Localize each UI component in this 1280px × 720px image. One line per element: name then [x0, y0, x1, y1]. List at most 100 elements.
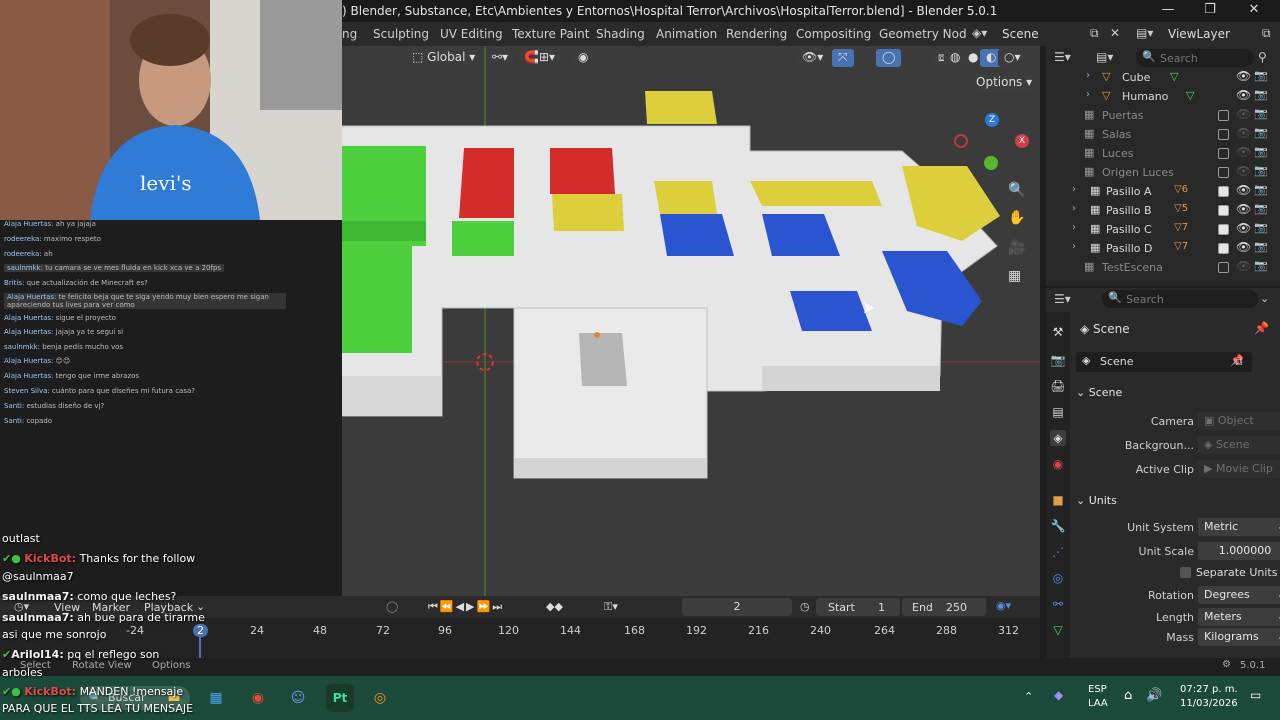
wifi-icon[interactable]: ⌂ — [1124, 688, 1132, 703]
expand-arrow-icon[interactable]: › — [1072, 222, 1076, 233]
outliner-item-pasillo-d[interactable]: › ▦ Pasillo D ▽7 👁 📷 — [1046, 240, 1280, 258]
length-dropdown[interactable]: Meters⌄ — [1198, 608, 1280, 626]
render-camera-icon[interactable]: 📷 — [1254, 107, 1268, 120]
expand-arrow-icon[interactable]: › — [1072, 241, 1076, 252]
render-camera-icon[interactable]: 📷 — [1254, 183, 1268, 196]
minimize-button[interactable]: — — [1158, 2, 1178, 17]
pan-hand-icon[interactable]: ✋ — [1008, 210, 1025, 226]
render-camera-icon[interactable]: 📷 — [1254, 145, 1268, 158]
camera-field[interactable]: ▣ Object — [1198, 412, 1280, 430]
tab-shading[interactable]: Shading — [596, 27, 645, 41]
filter-icon[interactable]: ⚲ — [1258, 50, 1267, 64]
expand-arrow-icon[interactable]: › — [1086, 70, 1090, 81]
object-tab-icon[interactable]: ■ — [1050, 492, 1066, 508]
outliner-item-cube[interactable]: › ▽ Cube ▽ 👁 📷 — [1046, 69, 1280, 87]
maximize-button[interactable]: ❐ — [1200, 2, 1220, 17]
render-shading[interactable]: ○▾ — [998, 49, 1027, 67]
notification-icon[interactable]: ▭ — [1250, 688, 1261, 702]
copy-icon[interactable]: ⧉ — [1234, 354, 1243, 369]
outliner-item-pasillo-b[interactable]: › ▦ Pasillo B ▽5 👁 📷 — [1046, 202, 1280, 220]
pin-icon[interactable]: 📌 — [1254, 321, 1269, 335]
render-camera-icon[interactable]: 📷 — [1254, 164, 1268, 177]
expand-arrow-icon[interactable]: › — [1072, 203, 1076, 214]
tab-geometry-nodes[interactable]: Geometry Node — [879, 27, 974, 41]
visibility-eye-icon[interactable]: 👁 — [1236, 126, 1251, 140]
render-camera-icon[interactable]: 📷 — [1254, 88, 1268, 101]
render-camera-icon[interactable]: 📷 — [1254, 259, 1268, 272]
visibility-eye-icon[interactable]: 👁 — [1236, 259, 1251, 273]
collection-checkbox[interactable] — [1218, 205, 1229, 216]
mass-dropdown[interactable]: Kilograms⌄ — [1198, 628, 1280, 646]
clock-time[interactable]: 07:27 p. m. — [1180, 684, 1238, 695]
outliner-item-pasillo-a[interactable]: › ▦ Pasillo A ▽6 👁 📷 — [1046, 183, 1280, 201]
collection-checkbox[interactable] — [1218, 262, 1229, 273]
separate-units-checkbox[interactable] — [1180, 567, 1191, 578]
visibility-eye-icon[interactable]: 👁 — [1236, 164, 1251, 178]
properties-editor-icon[interactable]: ☰▾ — [1054, 292, 1071, 306]
collection-checkbox[interactable] — [1218, 110, 1229, 121]
active-clip-field[interactable]: ▶ Movie Clip — [1198, 460, 1280, 478]
outliner-item-origen-luces[interactable]: ▦ Origen Luces 👁 📷 — [1046, 164, 1280, 182]
language-indicator[interactable]: ESP — [1088, 684, 1107, 695]
output-tab-icon[interactable]: 🖨 — [1050, 378, 1066, 394]
tray-overflow-icon[interactable]: ⌃ — [1024, 690, 1033, 703]
background-scene-field[interactable]: ◈ Scene — [1198, 436, 1280, 454]
tab-texture-paint[interactable]: Texture Paint — [512, 27, 589, 41]
copy-scene-icon[interactable]: ⧉ — [1090, 26, 1099, 41]
collection-checkbox[interactable] — [1218, 186, 1229, 197]
z-axis-handle[interactable]: Z — [985, 113, 999, 127]
visibility-eye-icon[interactable]: 👁 — [1236, 202, 1251, 216]
start-frame-field[interactable]: Start 1 — [816, 598, 900, 616]
collection-checkbox[interactable] — [1218, 243, 1229, 254]
pivot-dropdown[interactable]: ⚯▾ — [486, 49, 515, 67]
tool-tab-icon[interactable]: ⚒ — [1050, 324, 1066, 340]
visibility-eye-icon[interactable]: 👁 — [1236, 183, 1251, 197]
x-axis-handle[interactable]: X — [1015, 134, 1029, 148]
rotation-dropdown[interactable]: Degrees⌄ — [1198, 586, 1280, 604]
scene-panel-header[interactable]: ⌄ Scene — [1076, 386, 1122, 399]
outliner-search-input[interactable]: 🔍 Search — [1136, 49, 1254, 67]
units-panel-header[interactable]: ⌄ Units — [1076, 494, 1117, 507]
visibility-eye-icon[interactable]: 👁 — [1236, 69, 1251, 83]
scene-name-field[interactable]: ◈ Scene 📌 — [1076, 352, 1252, 372]
view-options-icon[interactable]: ◉▾ — [996, 599, 1011, 612]
perspective-toggle-icon[interactable]: ▦ — [1008, 268, 1021, 284]
modifier-tab-icon[interactable]: 🔧 — [1050, 518, 1066, 534]
world-tab-icon[interactable]: ◉ — [1050, 456, 1066, 472]
outliner-item-testescena[interactable]: ▦ TestEscena 👁 📷 — [1046, 259, 1280, 277]
auto-keying-icon[interactable]: ◯ — [386, 600, 398, 613]
orientation-dropdown[interactable]: ⬚ Global ▾ — [406, 49, 482, 67]
copy-view-layer-icon[interactable]: ⧉ — [1262, 26, 1271, 41]
snap-toggle[interactable]: 🧲⊞▾ — [518, 49, 562, 67]
y-axis-handle[interactable] — [984, 156, 998, 170]
zoom-icon[interactable]: 🔍 — [1008, 182, 1025, 198]
render-camera-icon[interactable]: 📷 — [1254, 240, 1268, 253]
proportional-edit-toggle[interactable]: ◉ — [572, 49, 595, 67]
neg-x-handle[interactable] — [954, 134, 968, 148]
expand-arrow-icon[interactable]: › — [1072, 184, 1076, 195]
playback-controls[interactable]: ⏮⏪◀▶⏩⏭ — [428, 600, 504, 614]
discord-icon[interactable]: ☺ — [284, 684, 312, 712]
outliner-item-puertas[interactable]: ▦ Puertas 👁 📷 — [1046, 107, 1280, 125]
render-camera-icon[interactable]: 📷 — [1254, 126, 1268, 139]
tab-animation[interactable]: Animation — [656, 27, 717, 41]
unit-system-dropdown[interactable]: Metric⌄ — [1198, 518, 1280, 536]
3d-viewport[interactable] — [342, 46, 1040, 596]
navigation-gizmo[interactable]: Z X — [940, 110, 1030, 180]
render-camera-icon[interactable]: 📷 — [1254, 202, 1268, 215]
outliner-editor-icon[interactable]: ☰▾ — [1054, 50, 1071, 64]
visibility-eye-icon[interactable]: 👁 — [1236, 240, 1251, 254]
view-layer-tab-icon[interactable]: ▤ — [1050, 404, 1066, 420]
substance-painter-icon[interactable]: Pt — [326, 684, 354, 712]
end-frame-field[interactable]: End 250 — [902, 598, 986, 616]
blender-icon[interactable]: ◎ — [366, 684, 394, 712]
constraints-tab-icon[interactable]: ⚯ — [1050, 596, 1066, 612]
tab-layout[interactable]: ng — [342, 27, 357, 41]
view-layer-selector[interactable]: ▤▾ ViewLayer ⧉ — [1126, 22, 1280, 46]
tab-sculpting[interactable]: Sculpting — [373, 27, 429, 41]
outliner-item-humano[interactable]: › ▽ Humano ▽ 👁 📷 — [1046, 88, 1280, 106]
display-mode-icon[interactable]: ▤▾ — [1096, 50, 1113, 64]
tab-rendering[interactable]: Rendering — [726, 27, 787, 41]
particles-tab-icon[interactable]: ⋰ — [1050, 544, 1066, 560]
visibility-eye-icon[interactable]: 👁 — [1236, 145, 1251, 159]
